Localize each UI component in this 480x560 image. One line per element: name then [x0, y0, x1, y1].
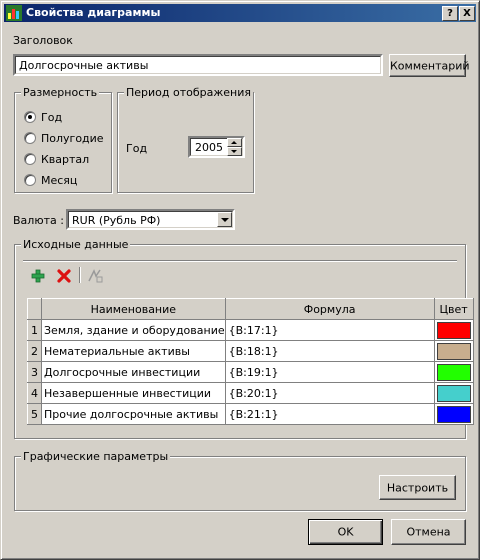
graphic-params-legend: Графические параметры: [21, 450, 171, 463]
color-swatch[interactable]: [436, 384, 471, 402]
table-row[interactable]: 4 Незавершенные инвестиции {B:20:1}: [27, 382, 474, 404]
period-year-label: Год: [126, 142, 148, 155]
toolbar-separator: [79, 267, 81, 283]
header-label: Заголовок: [13, 34, 73, 47]
row-number: 2: [27, 340, 42, 362]
row-name-cell[interactable]: Прочие долгосрочные активы: [41, 403, 226, 425]
spin-up-icon[interactable]: [227, 138, 242, 147]
table-row[interactable]: 5 Прочие долгосрочные активы {B:21:1}: [27, 403, 474, 425]
row-number: 3: [27, 361, 42, 383]
spin-down-icon[interactable]: [227, 147, 242, 156]
help-button[interactable]: ?: [442, 6, 458, 21]
column-header-color[interactable]: Цвет: [433, 298, 474, 320]
formula-icon[interactable]: [86, 267, 104, 285]
add-icon[interactable]: [29, 267, 47, 285]
header-input[interactable]: Долгосрочные активы: [13, 54, 383, 76]
row-number: 1: [27, 319, 42, 341]
row-name-cell[interactable]: Долгосрочные инвестиции: [41, 361, 226, 383]
radio-halfyear[interactable]: [24, 132, 36, 144]
row-name-cell[interactable]: Земля, здание и оборудование: [41, 319, 226, 341]
radio-year-label: Год: [41, 111, 63, 124]
color-swatch[interactable]: [436, 363, 471, 381]
row-color-cell[interactable]: [433, 382, 474, 404]
radio-quarter-label: Квартал: [41, 153, 90, 166]
currency-select[interactable]: RUR (Рубль РФ): [66, 209, 235, 230]
table-row[interactable]: 2 Нематериальные активы {B:18:1}: [27, 340, 474, 362]
radio-month-label: Месяц: [41, 174, 78, 187]
radio-halfyear-label: Полугодие: [41, 132, 104, 145]
period-legend: Период отображения: [124, 86, 254, 99]
chart-app-icon: [6, 5, 22, 21]
row-number: 4: [27, 382, 42, 404]
configure-button[interactable]: Настроить: [379, 475, 456, 500]
row-formula-cell[interactable]: {B:21:1}: [224, 403, 435, 425]
row-formula-cell[interactable]: {B:17:1}: [224, 319, 435, 341]
source-data-legend: Исходные данные: [21, 238, 131, 251]
configure-button-label: Настроить: [386, 481, 449, 494]
cancel-button-label: Отмена: [406, 525, 451, 539]
color-swatch[interactable]: [436, 405, 471, 423]
row-formula-cell[interactable]: {B:18:1}: [224, 340, 435, 362]
title-bar[interactable]: Свойства диаграммы ? X: [4, 4, 476, 22]
row-formula-cell[interactable]: {B:19:1}: [224, 361, 435, 383]
row-color-cell[interactable]: [433, 319, 474, 341]
color-swatch[interactable]: [436, 342, 471, 360]
color-swatch[interactable]: [436, 321, 471, 339]
ok-button[interactable]: OK: [308, 519, 383, 545]
currency-label: Валюта :: [13, 214, 64, 227]
radio-month[interactable]: [24, 174, 36, 186]
comment-button-label: Комментарий: [390, 59, 470, 72]
ok-button-label: OK: [337, 525, 354, 539]
column-header-formula[interactable]: Формула: [224, 298, 435, 320]
toolbar-divider: [23, 260, 457, 262]
year-spinner[interactable]: 2005: [188, 136, 245, 158]
window-title: Свойства диаграммы: [26, 6, 161, 19]
row-number-header: [27, 298, 42, 320]
cancel-button[interactable]: Отмена: [391, 519, 466, 545]
row-color-cell[interactable]: [433, 403, 474, 425]
source-data-table: Наименование Формула Цвет 1 Земля, здани…: [27, 298, 474, 425]
dialog-window: Свойства диаграммы ? X Заголовок Долгоср…: [0, 0, 480, 560]
row-color-cell[interactable]: [433, 340, 474, 362]
column-header-name[interactable]: Наименование: [41, 298, 226, 320]
table-row[interactable]: 3 Долгосрочные инвестиции {B:19:1}: [27, 361, 474, 383]
row-number: 5: [27, 403, 42, 425]
chevron-down-icon[interactable]: [217, 212, 232, 227]
row-name-cell[interactable]: Незавершенные инвестиции: [41, 382, 226, 404]
row-name-cell[interactable]: Нематериальные активы: [41, 340, 226, 362]
radio-quarter[interactable]: [24, 153, 36, 165]
row-color-cell[interactable]: [433, 361, 474, 383]
dimension-legend: Размерность: [21, 86, 100, 99]
radio-year[interactable]: [24, 111, 36, 123]
delete-icon[interactable]: [55, 267, 73, 285]
comment-button[interactable]: Комментарий: [389, 54, 470, 77]
table-header-row: Наименование Формула Цвет: [27, 298, 474, 320]
close-button[interactable]: X: [459, 6, 475, 21]
table-row[interactable]: 1 Земля, здание и оборудование {B:17:1}: [27, 319, 474, 341]
row-formula-cell[interactable]: {B:20:1}: [224, 382, 435, 404]
